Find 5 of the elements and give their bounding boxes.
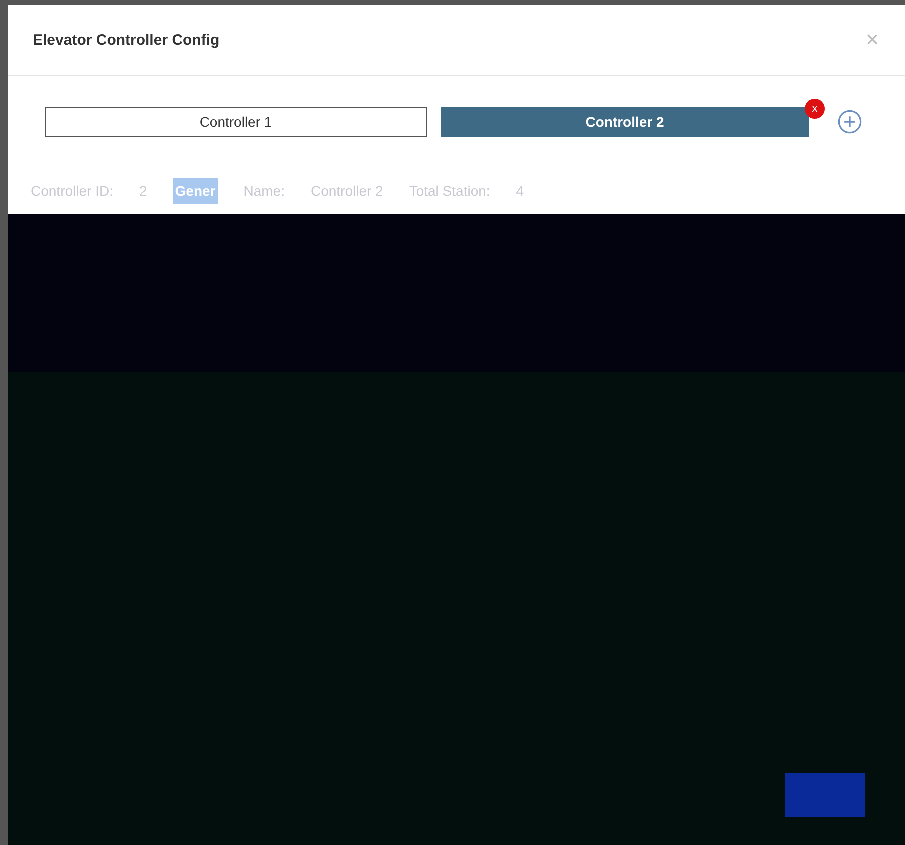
remove-badge[interactable]: x: [805, 99, 825, 119]
add-icon[interactable]: [837, 109, 863, 135]
controller-tab[interactable]: Controller 2: [441, 107, 809, 137]
dialog-title: Elevator Controller Config: [33, 32, 220, 48]
controller-tab[interactable]: Controller 1: [45, 107, 427, 137]
